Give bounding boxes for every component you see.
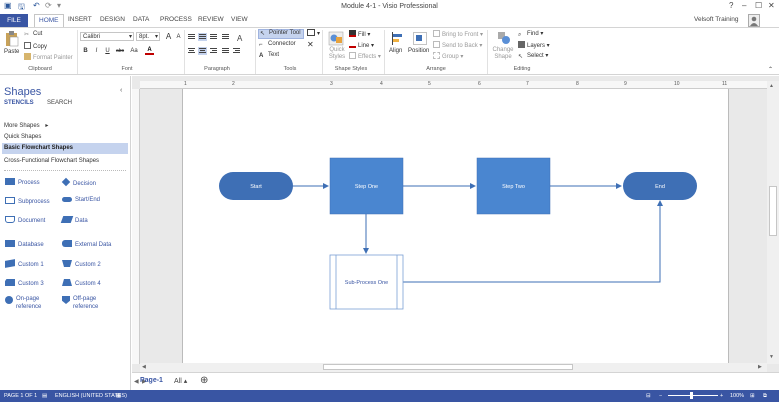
horizontal-scroll-thumb[interactable]: [323, 364, 573, 370]
zoom-slider[interactable]: [668, 395, 718, 396]
step-two-label: Step Two: [502, 184, 525, 190]
add-page-button[interactable]: ⊕: [200, 375, 208, 386]
all-pages-button[interactable]: All ▴: [174, 377, 187, 385]
scroll-down-icon: ▼: [769, 354, 774, 360]
language-icon[interactable]: ▤: [42, 393, 47, 399]
end-label: End: [655, 184, 665, 190]
scroll-left-icon: ◀: [142, 364, 146, 370]
flowchart-diagram[interactable]: Start Step One Step Two End Sub-Process …: [0, 0, 779, 402]
step-one-label: Step One: [355, 184, 378, 190]
vertical-scroll-thumb[interactable]: [769, 186, 777, 236]
sub-process-label: Sub-Process One: [345, 280, 388, 286]
zoom-out-icon[interactable]: −: [659, 393, 662, 399]
zoom-in-icon[interactable]: +: [720, 393, 723, 399]
scroll-up-icon: ▲: [769, 83, 774, 89]
macro-icon[interactable]: ▦: [116, 393, 121, 399]
fit-window-icon[interactable]: ⊞: [750, 393, 755, 399]
start-label: Start: [250, 184, 262, 190]
fit-page-icon[interactable]: ⊟: [646, 393, 651, 399]
page-prev-icon: ◀: [134, 379, 139, 385]
zoom-slider-handle[interactable]: [690, 392, 693, 399]
horizontal-scrollbar[interactable]: ◀ ▶: [140, 363, 767, 372]
scroll-right-icon: ▶: [758, 364, 762, 370]
zoom-level[interactable]: 100%: [730, 393, 744, 399]
status-bar: PAGE 1 OF 1 ▤ ENGLISH (UNITED STATES) ▦ …: [0, 390, 779, 402]
page-tabs-bar: ◀ ▶ Page-1 All ▴ ⊕: [132, 372, 779, 390]
switch-windows-icon[interactable]: ⧉: [763, 393, 767, 400]
vertical-scrollbar[interactable]: ▲ ▼: [767, 81, 779, 364]
page-count[interactable]: PAGE 1 OF 1: [4, 393, 37, 399]
page-tab-page-1[interactable]: Page-1: [139, 377, 163, 384]
